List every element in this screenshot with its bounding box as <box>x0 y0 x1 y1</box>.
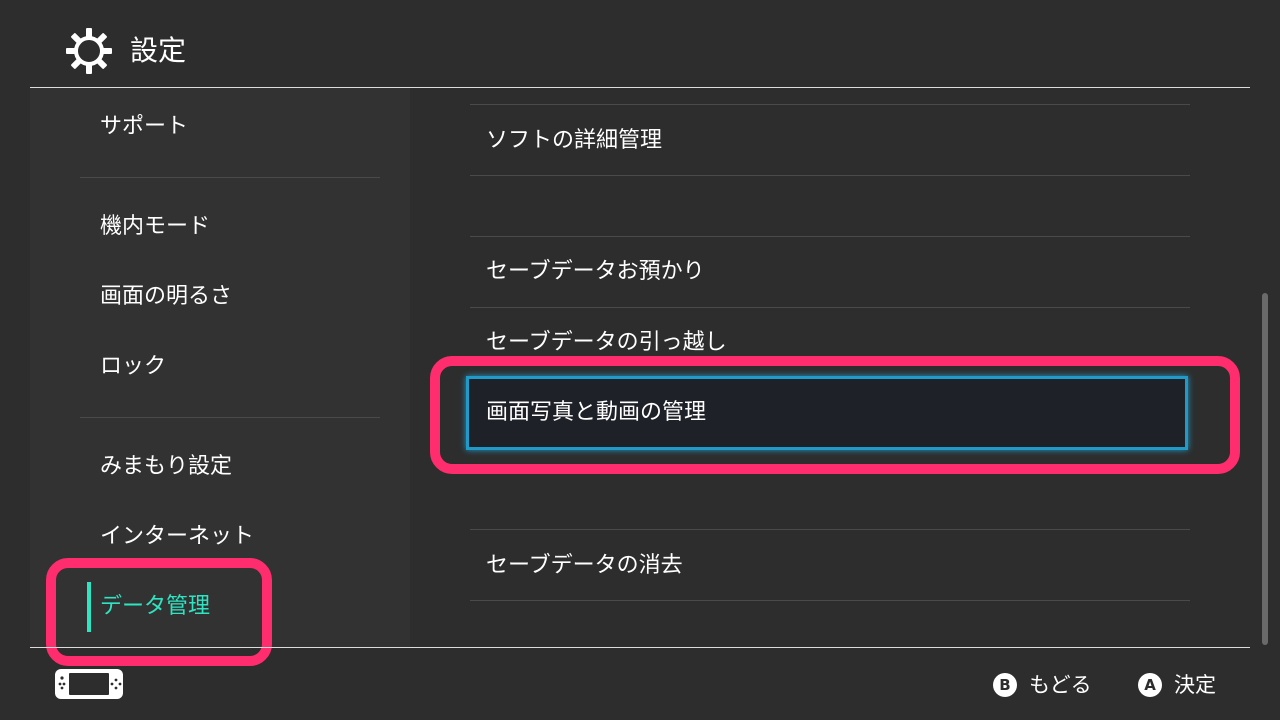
list-divider <box>470 175 1190 176</box>
console-icon <box>55 669 123 699</box>
list-divider <box>470 307 1190 308</box>
b-button-icon: B <box>993 673 1017 697</box>
list-item-delete-save-data[interactable]: セーブデータの消去 <box>486 551 683 581</box>
highlight-frame-main <box>430 356 1240 474</box>
sidebar-item-internet[interactable]: インターネット <box>100 522 254 552</box>
list-item-save-data-cloud[interactable]: セーブデータお預かり <box>486 257 705 287</box>
scrollbar[interactable] <box>1262 293 1268 645</box>
list-divider <box>470 600 1190 601</box>
confirm-button[interactable]: A 決定 <box>1138 671 1216 699</box>
footer-divider <box>30 647 1250 648</box>
list-divider <box>470 529 1190 530</box>
list-divider <box>470 104 1190 105</box>
sidebar-item-airplane-mode[interactable]: 機内モード <box>100 212 210 242</box>
list-item-software-management[interactable]: ソフトの詳細管理 <box>486 126 662 156</box>
page-title: 設定 <box>130 34 187 67</box>
gear-icon <box>66 28 112 74</box>
sidebar-divider <box>80 177 380 178</box>
highlight-frame-sidebar <box>46 558 272 666</box>
sidebar-item-parental-controls[interactable]: みまもり設定 <box>100 452 232 482</box>
back-label: もどる <box>1029 673 1092 697</box>
list-divider <box>470 236 1190 237</box>
header: 設定 <box>0 0 1280 88</box>
a-button-icon: A <box>1138 673 1162 697</box>
sidebar-item-brightness[interactable]: 画面の明るさ <box>100 282 232 312</box>
sidebar-divider <box>80 417 380 418</box>
sidebar-item-lock[interactable]: ロック <box>100 352 166 382</box>
list-item-save-data-transfer[interactable]: セーブデータの引っ越し <box>486 328 727 358</box>
back-button[interactable]: B もどる <box>993 671 1092 699</box>
sidebar-item-support[interactable]: サポート <box>100 112 188 142</box>
confirm-label: 決定 <box>1174 673 1216 697</box>
